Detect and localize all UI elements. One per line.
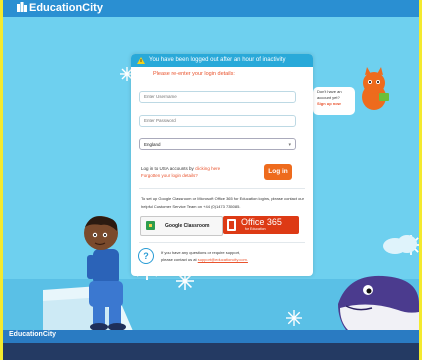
app-frame: EducationCity Don't have an account yet?… bbox=[0, 0, 422, 360]
username-input[interactable] bbox=[139, 91, 296, 103]
top-bar: EducationCity bbox=[3, 0, 419, 17]
educationcity-logo[interactable]: EducationCity bbox=[17, 2, 103, 14]
google-classroom-button[interactable]: Google Classroom bbox=[140, 216, 223, 236]
help-text-line2: please contact us at support@educationci… bbox=[161, 257, 248, 262]
help-text-line1: If you have any questions or require sup… bbox=[161, 250, 241, 255]
footer-bar: EducationCity bbox=[3, 330, 419, 360]
office365-icon bbox=[227, 219, 236, 231]
login-button[interactable]: Log in bbox=[264, 164, 292, 180]
signup-prompt-text: Don't have an account yet? bbox=[317, 89, 342, 100]
office365-button[interactable]: Office 365 for Education bbox=[223, 216, 299, 234]
password-input[interactable] bbox=[139, 115, 296, 127]
boy-character-illustration bbox=[43, 216, 133, 330]
fox-mascot-illustration bbox=[362, 67, 389, 110]
office365-title: Office 365 bbox=[241, 217, 282, 227]
warning-icon bbox=[137, 57, 145, 64]
office365-subtitle: for Education bbox=[245, 227, 266, 231]
region-selected-value: England bbox=[144, 142, 161, 147]
footer-logo[interactable]: EducationCity bbox=[9, 331, 56, 338]
snowflake-icon bbox=[286, 310, 302, 326]
whale-illustration bbox=[338, 275, 419, 330]
login-stage: Don't have an account yet? Sign up now Y… bbox=[3, 17, 419, 330]
signup-bubble: Don't have an account yet? Sign up now bbox=[313, 87, 355, 115]
login-card: You have been logged out after an hour o… bbox=[131, 54, 313, 276]
google-classroom-icon bbox=[146, 221, 155, 230]
help-text-prefix: please contact us at bbox=[161, 257, 197, 262]
classroom-setup-note: To set up Google Classroom or Microsoft … bbox=[141, 196, 304, 209]
region-select[interactable]: England ▾ bbox=[139, 138, 296, 150]
signup-link[interactable]: Sign up now bbox=[317, 101, 351, 107]
cloud-decoration bbox=[383, 235, 417, 254]
usa-login-link[interactable]: clicking here bbox=[195, 166, 220, 171]
usa-login-line: Log in to USA accounts by clicking here bbox=[141, 166, 220, 171]
help-question-icon: ? bbox=[138, 248, 154, 264]
chevron-down-icon: ▾ bbox=[288, 142, 291, 148]
forgot-login-link[interactable]: Forgotten your login details? bbox=[141, 173, 198, 178]
google-classroom-label: Google Classroom bbox=[165, 223, 210, 229]
footer-strip: EducationCity bbox=[3, 330, 419, 343]
inactivity-alert-banner: You have been logged out after an hour o… bbox=[131, 54, 313, 67]
divider bbox=[139, 242, 305, 243]
login-prompt: Please re-enter your login details: bbox=[153, 71, 235, 77]
usa-login-text: Log in to USA accounts by bbox=[141, 166, 194, 171]
logo-icon bbox=[17, 2, 27, 12]
support-email-link[interactable]: support@educationcity.com. bbox=[198, 257, 248, 262]
inactivity-alert-text: You have been logged out after an hour o… bbox=[149, 57, 286, 63]
logo-text: EducationCity bbox=[29, 2, 103, 14]
divider bbox=[139, 188, 305, 189]
